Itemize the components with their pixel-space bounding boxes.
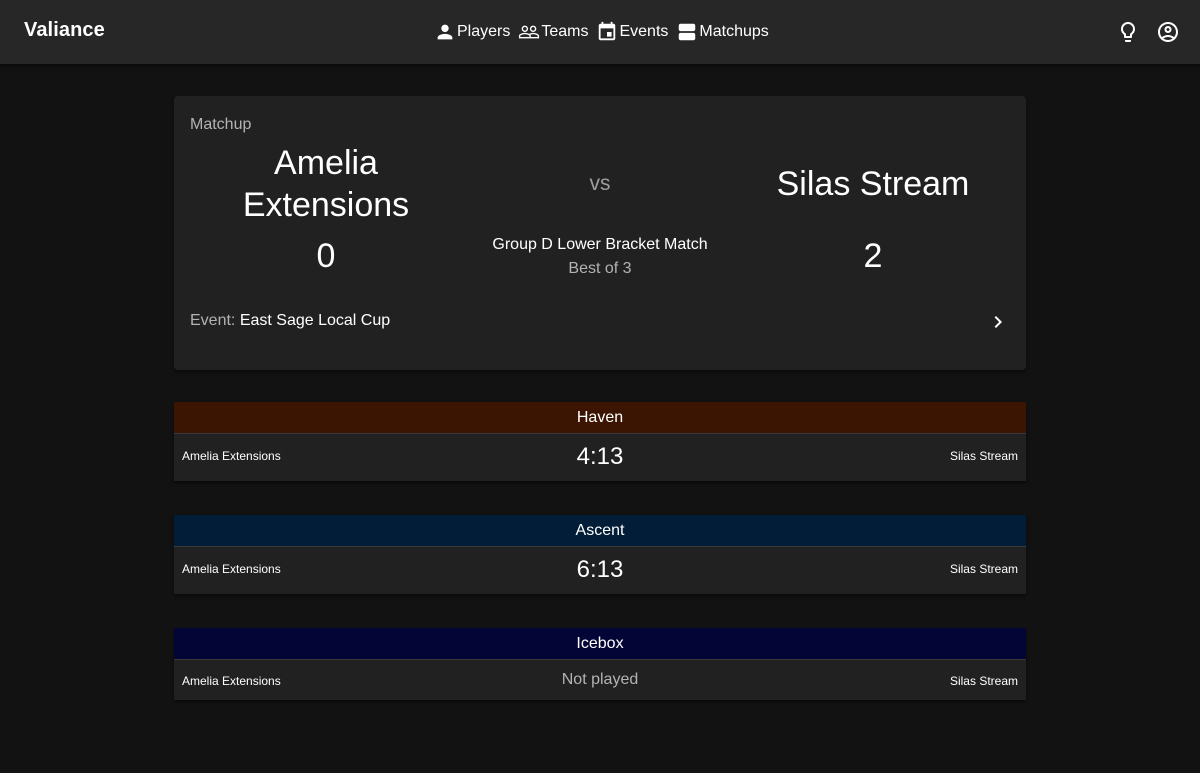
event-name[interactable]: East Sage Local Cup (240, 312, 390, 329)
map-panel-ascent: Ascent Amelia Extensions 6:13 Silas Stre… (174, 515, 1026, 594)
map-team2: Silas Stream (949, 449, 1018, 463)
match-format: Best of 3 (568, 260, 632, 277)
map-body: Amelia Extensions Not played Silas Strea… (174, 660, 1026, 700)
app-bar: Valiance Players Teams Events Matchups (0, 0, 1200, 64)
nav-teams[interactable]: Teams (518, 18, 588, 46)
team2-score: 2 (863, 237, 883, 275)
map-team2: Silas Stream (949, 562, 1018, 576)
map-score: 6:13 (576, 556, 624, 583)
nav-matchups-label: Matchups (699, 23, 769, 40)
map-team2: Silas Stream (949, 674, 1018, 688)
map-team1: Amelia Extensions (182, 674, 281, 688)
map-team1: Amelia Extensions (182, 562, 281, 576)
event-label: Event: (190, 312, 236, 329)
group-icon (519, 25, 540, 39)
vs-label: vs (589, 172, 611, 195)
team1-score: 0 (316, 237, 336, 275)
nav-players-label: Players (457, 23, 511, 40)
map-header: Icebox (174, 628, 1026, 660)
nav-matchups[interactable]: Matchups (676, 18, 769, 46)
main-nav: Players Teams Events Matchups (434, 18, 777, 46)
lightbulb-icon[interactable] (1116, 20, 1140, 44)
team2-name[interactable]: Silas Stream (738, 163, 1008, 205)
chevron-right-icon[interactable] (986, 310, 1010, 334)
matchups-icon (679, 23, 696, 41)
nav-events[interactable]: Events (596, 18, 668, 46)
nav-teams-label: Teams (541, 23, 589, 40)
map-panel-icebox: Icebox Amelia Extensions Not played Sila… (174, 628, 1026, 700)
map-team1: Amelia Extensions (182, 449, 281, 463)
map-body: Amelia Extensions 4:13 Silas Stream (174, 434, 1026, 481)
nav-events-label: Events (619, 23, 669, 40)
card-label: Matchup (190, 116, 252, 133)
person-icon (437, 24, 453, 40)
map-panel-haven: Haven Amelia Extensions 4:13 Silas Strea… (174, 402, 1026, 481)
map-header: Ascent (174, 515, 1026, 547)
map-header: Haven (174, 402, 1026, 434)
event-row: Event: East Sage Local Cup (190, 312, 390, 330)
map-body: Amelia Extensions 6:13 Silas Stream (174, 547, 1026, 594)
match-title: Group D Lower Bracket Match (492, 236, 708, 253)
account-circle-icon[interactable] (1156, 20, 1180, 44)
team1-name[interactable]: Amelia Extensions (220, 142, 432, 226)
map-score: 4:13 (576, 443, 624, 470)
nav-players[interactable]: Players (434, 18, 510, 46)
app-title[interactable]: Valiance (24, 19, 105, 42)
map-status: Not played (561, 671, 639, 688)
matchup-card: Matchup Amelia Extensions vs Silas Strea… (174, 96, 1026, 370)
calendar-icon (599, 21, 616, 41)
